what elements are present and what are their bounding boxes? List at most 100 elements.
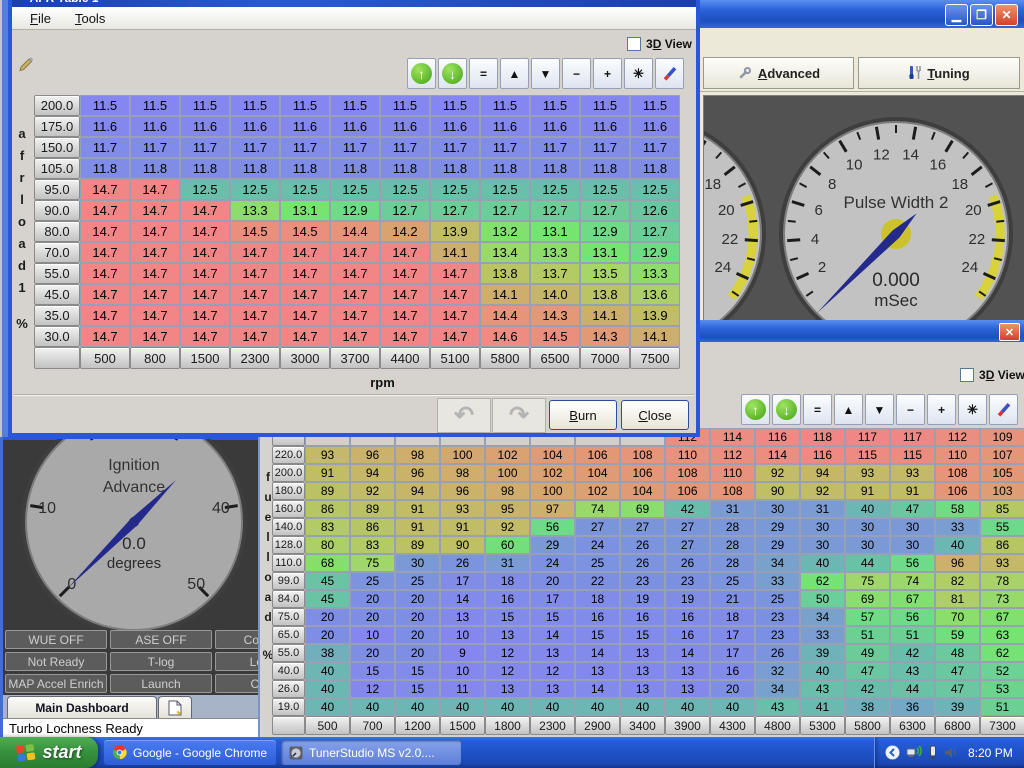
table-cell[interactable]: 40 <box>845 500 890 518</box>
dialog-titlebar[interactable]: AFR Table 1 <box>8 0 700 7</box>
table-cell[interactable]: 11 <box>440 680 485 698</box>
table-cell[interactable]: 28 <box>710 554 755 572</box>
table-cell[interactable]: 14.7 <box>330 284 380 305</box>
table-cell[interactable]: 75 <box>845 572 890 590</box>
close-button[interactable]: Close <box>621 400 689 430</box>
table-cell[interactable]: 11.7 <box>280 137 330 158</box>
table-cell[interactable]: 89 <box>395 536 440 554</box>
table-cell[interactable]: 98 <box>485 482 530 500</box>
table-cell[interactable]: 110 <box>710 464 755 482</box>
table-cell[interactable]: 67 <box>980 608 1024 626</box>
table-cell[interactable]: 92 <box>350 482 395 500</box>
table-cell[interactable]: 109 <box>980 428 1024 446</box>
table-cell[interactable]: 107 <box>980 446 1024 464</box>
set-equal-icon[interactable]: = <box>803 394 832 425</box>
table-cell[interactable]: 11.8 <box>380 158 430 179</box>
increment-icon[interactable]: ▲ <box>500 58 529 89</box>
table-cell[interactable]: 30 <box>800 536 845 554</box>
table-cell[interactable]: 40 <box>935 536 980 554</box>
table-cell[interactable]: 27 <box>665 536 710 554</box>
table-cell[interactable]: 13.3 <box>230 200 280 221</box>
table-cell[interactable]: 40 <box>305 680 350 698</box>
table-cell[interactable]: 114 <box>755 446 800 464</box>
table-cell[interactable]: 14.7 <box>230 242 280 263</box>
table-cell[interactable]: 14 <box>575 644 620 662</box>
table-cell[interactable]: 93 <box>845 464 890 482</box>
table-cell[interactable]: 12.7 <box>530 200 580 221</box>
table-cell[interactable]: 14.7 <box>430 263 480 284</box>
table-cell[interactable]: 69 <box>620 500 665 518</box>
table-cell[interactable]: 33 <box>755 572 800 590</box>
table-cell[interactable]: 31 <box>800 500 845 518</box>
table-cell[interactable]: 13 <box>620 680 665 698</box>
table-cell[interactable]: 95 <box>485 500 530 518</box>
restore-icon[interactable]: ❐ <box>970 4 993 26</box>
table-cell[interactable]: 23 <box>755 608 800 626</box>
table-cell[interactable]: 11.5 <box>580 95 630 116</box>
taskbar-tunerstudio-task[interactable]: TunerStudio MS v2.0.... <box>281 740 461 765</box>
table-cell[interactable]: 102 <box>485 446 530 464</box>
table-cell[interactable]: 25 <box>755 590 800 608</box>
table-cell[interactable]: 26 <box>665 554 710 572</box>
minus-icon[interactable]: − <box>896 394 925 425</box>
main-dashboard-tab[interactable]: Main Dashboard <box>7 696 157 718</box>
table-cell[interactable]: 20 <box>710 680 755 698</box>
table-cell[interactable]: 104 <box>530 446 575 464</box>
undo-button[interactable]: ↶ <box>437 398 491 433</box>
table-cell[interactable]: 69 <box>845 590 890 608</box>
table-cell[interactable]: 14.5 <box>280 221 330 242</box>
set-equal-icon[interactable]: = <box>469 58 498 89</box>
table-cell[interactable]: 47 <box>845 662 890 680</box>
new-dashboard-tab[interactable] <box>158 696 192 718</box>
table-cell[interactable]: 14.7 <box>180 305 230 326</box>
table-cell[interactable]: 11.7 <box>330 137 380 158</box>
table-cell[interactable]: 83 <box>305 518 350 536</box>
table-cell[interactable]: 14.7 <box>330 242 380 263</box>
table-cell[interactable]: 91 <box>845 482 890 500</box>
table-cell[interactable]: 116 <box>755 428 800 446</box>
table-cell[interactable]: 89 <box>350 500 395 518</box>
taskbar-chrome-task[interactable]: Google - Google Chrome <box>104 740 276 765</box>
table-cell[interactable]: 14.7 <box>180 284 230 305</box>
decrement-icon[interactable]: ▼ <box>865 394 894 425</box>
table-cell[interactable]: 11.8 <box>180 158 230 179</box>
table-cell[interactable]: 13.3 <box>630 263 680 284</box>
table-cell[interactable]: 14.1 <box>580 305 630 326</box>
table-cell[interactable]: 13 <box>620 644 665 662</box>
table-cell[interactable]: 40 <box>305 698 350 716</box>
table-cell[interactable]: 19 <box>665 590 710 608</box>
table-cell[interactable]: 31 <box>710 500 755 518</box>
table-cell[interactable]: 39 <box>800 644 845 662</box>
table-cell[interactable]: 14 <box>440 590 485 608</box>
table-cell[interactable]: 20 <box>395 590 440 608</box>
scale-down-icon[interactable]: ↓ <box>438 58 467 89</box>
table-cell[interactable]: 82 <box>935 572 980 590</box>
table-cell[interactable]: 11.6 <box>280 116 330 137</box>
table-cell[interactable]: 15 <box>350 662 395 680</box>
table-cell[interactable]: 13.8 <box>580 284 630 305</box>
table-cell[interactable]: 40 <box>665 698 710 716</box>
table-cell[interactable]: 27 <box>575 518 620 536</box>
table-cell[interactable]: 13 <box>620 662 665 680</box>
table-cell[interactable]: 25 <box>395 572 440 590</box>
table-cell[interactable]: 14.7 <box>180 242 230 263</box>
table-cell[interactable]: 11.7 <box>180 137 230 158</box>
table-cell[interactable]: 43 <box>755 698 800 716</box>
table-cell[interactable]: 11.5 <box>80 95 130 116</box>
table-cell[interactable]: 56 <box>530 518 575 536</box>
table-cell[interactable]: 16 <box>620 608 665 626</box>
table-cell[interactable]: 11.6 <box>330 116 380 137</box>
table-cell[interactable]: 91 <box>395 518 440 536</box>
table-cell[interactable]: 13.2 <box>480 221 530 242</box>
table-cell[interactable]: 34 <box>755 554 800 572</box>
table-cell[interactable]: 90 <box>755 482 800 500</box>
table-cell[interactable]: 14.3 <box>530 305 580 326</box>
table-cell[interactable]: 30 <box>845 536 890 554</box>
table-cell[interactable]: 14.1 <box>630 326 680 347</box>
table-cell[interactable]: 14.7 <box>280 263 330 284</box>
table-cell[interactable]: 12 <box>530 662 575 680</box>
table-cell[interactable]: 14.5 <box>230 221 280 242</box>
table-cell[interactable]: 13 <box>530 680 575 698</box>
table-cell[interactable]: 91 <box>890 482 935 500</box>
table-cell[interactable]: 14.7 <box>130 179 180 200</box>
